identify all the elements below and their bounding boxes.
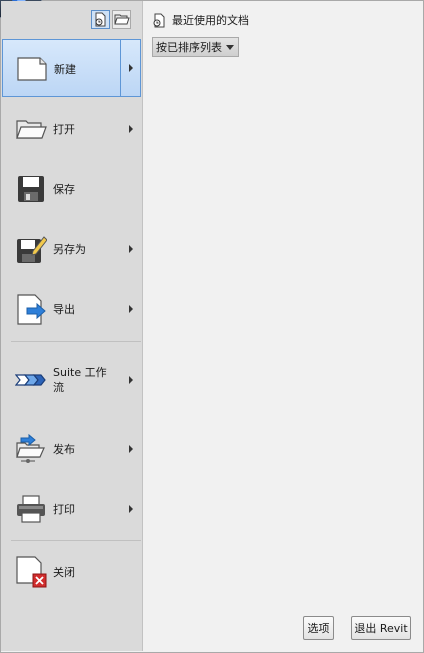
menu-item-label: 打印 <box>53 503 75 516</box>
open-folder-icon <box>114 14 130 25</box>
printer-icon <box>15 493 47 525</box>
submenu-arrow-icon[interactable] <box>129 64 133 72</box>
export-icon <box>15 293 47 325</box>
menu-item-label: Suite 工作流 <box>53 366 107 394</box>
menu-item-save[interactable]: 保存 <box>2 160 141 218</box>
submenu-arrow-icon[interactable] <box>129 125 133 133</box>
chevron-down-icon <box>226 45 234 50</box>
suite-workflow-icon <box>14 364 47 396</box>
menu-item-new[interactable]: 新建 <box>2 39 141 97</box>
submenu-arrow-icon[interactable] <box>129 376 133 384</box>
options-button[interactable]: 选项 <box>303 616 334 640</box>
panel-title: 最近使用的文档 <box>172 14 249 27</box>
sort-order-value: 按已排序列表 <box>156 41 222 54</box>
menu-item-label: 新建 <box>54 63 76 76</box>
publish-icon <box>15 433 47 465</box>
recent-documents-icon <box>153 13 165 27</box>
recent-documents-header: 最近使用的文档 <box>152 12 249 28</box>
submenu-divider <box>120 40 121 96</box>
recent-documents-toggle[interactable] <box>91 10 110 29</box>
menu-item-publish[interactable]: 发布 <box>2 420 141 478</box>
menu-item-print[interactable]: 打印 <box>2 480 141 538</box>
menu-item-export[interactable]: 导出 <box>2 280 141 338</box>
submenu-arrow-icon[interactable] <box>129 445 133 453</box>
save-as-icon <box>15 233 48 265</box>
menu-item-save-as[interactable]: 另存为 <box>2 220 141 278</box>
submenu-arrow-icon[interactable] <box>129 245 133 253</box>
menu-item-label: 发布 <box>53 443 75 456</box>
menu-item-open[interactable]: 打开 <box>2 100 141 158</box>
menu-item-label: 保存 <box>53 183 75 196</box>
application-menu-sidebar: 新建 打开 保存 另存为 导出 Suite 工作流 发布 打印 关闭 <box>1 1 143 651</box>
new-document-icon <box>16 53 48 85</box>
open-folder-icon <box>15 113 47 145</box>
submenu-arrow-icon[interactable] <box>129 505 133 513</box>
menu-separator <box>11 540 141 541</box>
menu-item-close[interactable]: 关闭 <box>2 543 141 601</box>
sort-order-dropdown[interactable]: 按已排序列表 <box>152 37 239 57</box>
save-disk-icon <box>15 173 47 205</box>
menu-separator <box>11 341 141 342</box>
menu-item-label: 另存为 <box>53 243 86 256</box>
menu-item-label: 导出 <box>53 303 75 316</box>
open-documents-toggle[interactable] <box>112 10 131 29</box>
menu-item-label: 打开 <box>53 123 75 136</box>
close-document-icon <box>15 556 47 588</box>
menu-item-suite-workflows[interactable]: Suite 工作流 <box>2 351 141 409</box>
exit-revit-button[interactable]: 退出 Revit <box>351 616 411 640</box>
submenu-arrow-icon[interactable] <box>129 305 133 313</box>
menu-item-label: 关闭 <box>53 566 75 579</box>
recent-documents-icon <box>95 12 106 27</box>
